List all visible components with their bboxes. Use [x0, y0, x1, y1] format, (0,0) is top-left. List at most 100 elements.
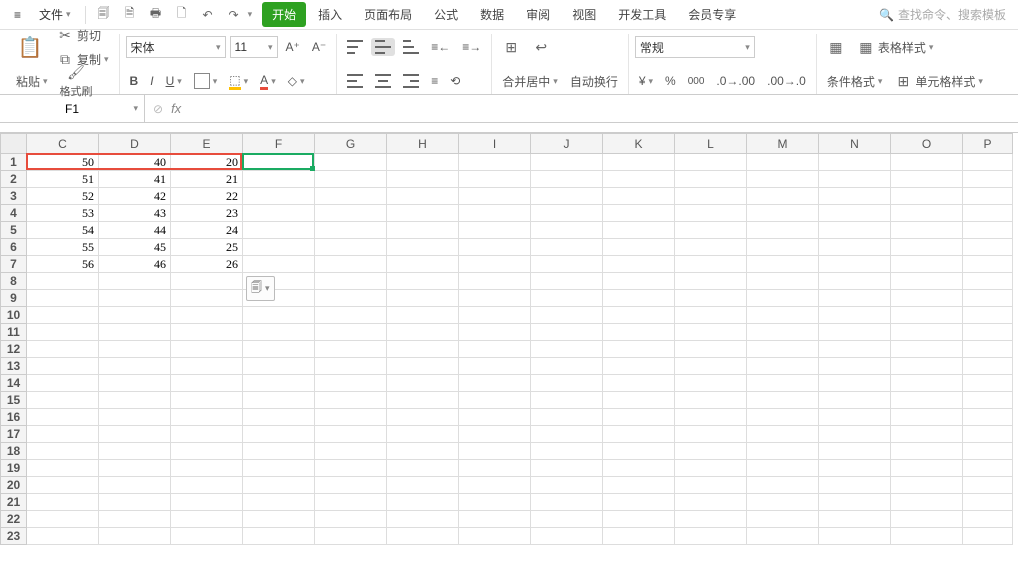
table-style-button[interactable]: ▦表格样式▾ [853, 36, 938, 58]
cell-H9[interactable] [387, 290, 459, 307]
row-header-14[interactable]: 14 [1, 375, 27, 392]
tab-0[interactable]: 开始 [262, 2, 306, 27]
name-box[interactable]: ▾ [0, 95, 145, 122]
cell-G14[interactable] [315, 375, 387, 392]
cell-P13[interactable] [963, 358, 1013, 375]
cell-J15[interactable] [531, 392, 603, 409]
cell-I19[interactable] [459, 460, 531, 477]
cell-I6[interactable] [459, 239, 531, 256]
align-right-button[interactable] [399, 72, 423, 90]
cell-D21[interactable] [99, 494, 171, 511]
row-header-8[interactable]: 8 [1, 273, 27, 290]
row-header-10[interactable]: 10 [1, 307, 27, 324]
cell-K18[interactable] [603, 443, 675, 460]
cell-E15[interactable] [171, 392, 243, 409]
cell-J8[interactable] [531, 273, 603, 290]
tab-5[interactable]: 审阅 [516, 2, 560, 27]
cell-P19[interactable] [963, 460, 1013, 477]
clear-format-button[interactable]: ◇▾ [284, 72, 309, 90]
cell-C17[interactable] [27, 426, 99, 443]
formula-input[interactable] [189, 102, 1010, 116]
chevron-down-icon[interactable]: ▾ [248, 9, 253, 20]
cell-M21[interactable] [747, 494, 819, 511]
cell-F1[interactable] [243, 154, 315, 171]
cell-L23[interactable] [675, 528, 747, 545]
cell-O2[interactable] [891, 171, 963, 188]
cell-H17[interactable] [387, 426, 459, 443]
col-header-M[interactable]: M [747, 134, 819, 154]
cell-H6[interactable] [387, 239, 459, 256]
cell-K16[interactable] [603, 409, 675, 426]
cell-E5[interactable]: 24 [171, 222, 243, 239]
cell-G8[interactable] [315, 273, 387, 290]
cell-P16[interactable] [963, 409, 1013, 426]
cell-I7[interactable] [459, 256, 531, 273]
cell-F3[interactable] [243, 188, 315, 205]
wrap-text-button[interactable]: ↩ [528, 36, 554, 58]
cell-E6[interactable]: 25 [171, 239, 243, 256]
decrease-indent-button[interactable]: ≡← [427, 38, 454, 56]
fill-color-button[interactable]: ⬚▾ [225, 71, 252, 92]
cell-F2[interactable] [243, 171, 315, 188]
cell-M11[interactable] [747, 324, 819, 341]
cell-C6[interactable]: 55 [27, 239, 99, 256]
cell-E20[interactable] [171, 477, 243, 494]
cell-style-button[interactable]: ⊞单元格样式▾ [890, 70, 987, 92]
cell-O11[interactable] [891, 324, 963, 341]
cell-O1[interactable] [891, 154, 963, 171]
cell-N18[interactable] [819, 443, 891, 460]
tab-1[interactable]: 插入 [308, 2, 352, 27]
cell-F22[interactable] [243, 511, 315, 528]
cell-H13[interactable] [387, 358, 459, 375]
row-header-20[interactable]: 20 [1, 477, 27, 494]
cell-J10[interactable] [531, 307, 603, 324]
number-format-select[interactable]: 常规▾ [635, 36, 755, 58]
cell-E10[interactable] [171, 307, 243, 324]
cell-L1[interactable] [675, 154, 747, 171]
cell-N19[interactable] [819, 460, 891, 477]
decrease-decimal-button[interactable]: .00→.0 [763, 72, 810, 90]
row-header-6[interactable]: 6 [1, 239, 27, 256]
cell-M8[interactable] [747, 273, 819, 290]
cell-E23[interactable] [171, 528, 243, 545]
cell-K22[interactable] [603, 511, 675, 528]
align-left-button[interactable] [343, 72, 367, 90]
cell-E14[interactable] [171, 375, 243, 392]
cell-J3[interactable] [531, 188, 603, 205]
col-header-P[interactable]: P [963, 134, 1013, 154]
cell-M14[interactable] [747, 375, 819, 392]
increase-font-button[interactable]: A⁺ [282, 38, 304, 56]
cell-C13[interactable] [27, 358, 99, 375]
cell-O15[interactable] [891, 392, 963, 409]
cell-O17[interactable] [891, 426, 963, 443]
cell-C15[interactable] [27, 392, 99, 409]
row-header-18[interactable]: 18 [1, 443, 27, 460]
cell-D13[interactable] [99, 358, 171, 375]
cell-M17[interactable] [747, 426, 819, 443]
cell-P20[interactable] [963, 477, 1013, 494]
cell-D5[interactable]: 44 [99, 222, 171, 239]
cell-O8[interactable] [891, 273, 963, 290]
row-header-23[interactable]: 23 [1, 528, 27, 545]
save-icon[interactable]: 🗐 [92, 3, 116, 27]
cell-K15[interactable] [603, 392, 675, 409]
cell-F19[interactable] [243, 460, 315, 477]
cell-J5[interactable] [531, 222, 603, 239]
justify-button[interactable]: ≡ [427, 72, 442, 90]
tab-4[interactable]: 数据 [470, 2, 514, 27]
col-header-H[interactable]: H [387, 134, 459, 154]
cell-F15[interactable] [243, 392, 315, 409]
cell-D16[interactable] [99, 409, 171, 426]
cell-H2[interactable] [387, 171, 459, 188]
cell-M23[interactable] [747, 528, 819, 545]
cell-P5[interactable] [963, 222, 1013, 239]
col-header-D[interactable]: D [99, 134, 171, 154]
cell-K3[interactable] [603, 188, 675, 205]
cell-J9[interactable] [531, 290, 603, 307]
cell-D6[interactable]: 45 [99, 239, 171, 256]
cell-N16[interactable] [819, 409, 891, 426]
cell-N20[interactable] [819, 477, 891, 494]
cell-L12[interactable] [675, 341, 747, 358]
cell-D20[interactable] [99, 477, 171, 494]
cell-E17[interactable] [171, 426, 243, 443]
